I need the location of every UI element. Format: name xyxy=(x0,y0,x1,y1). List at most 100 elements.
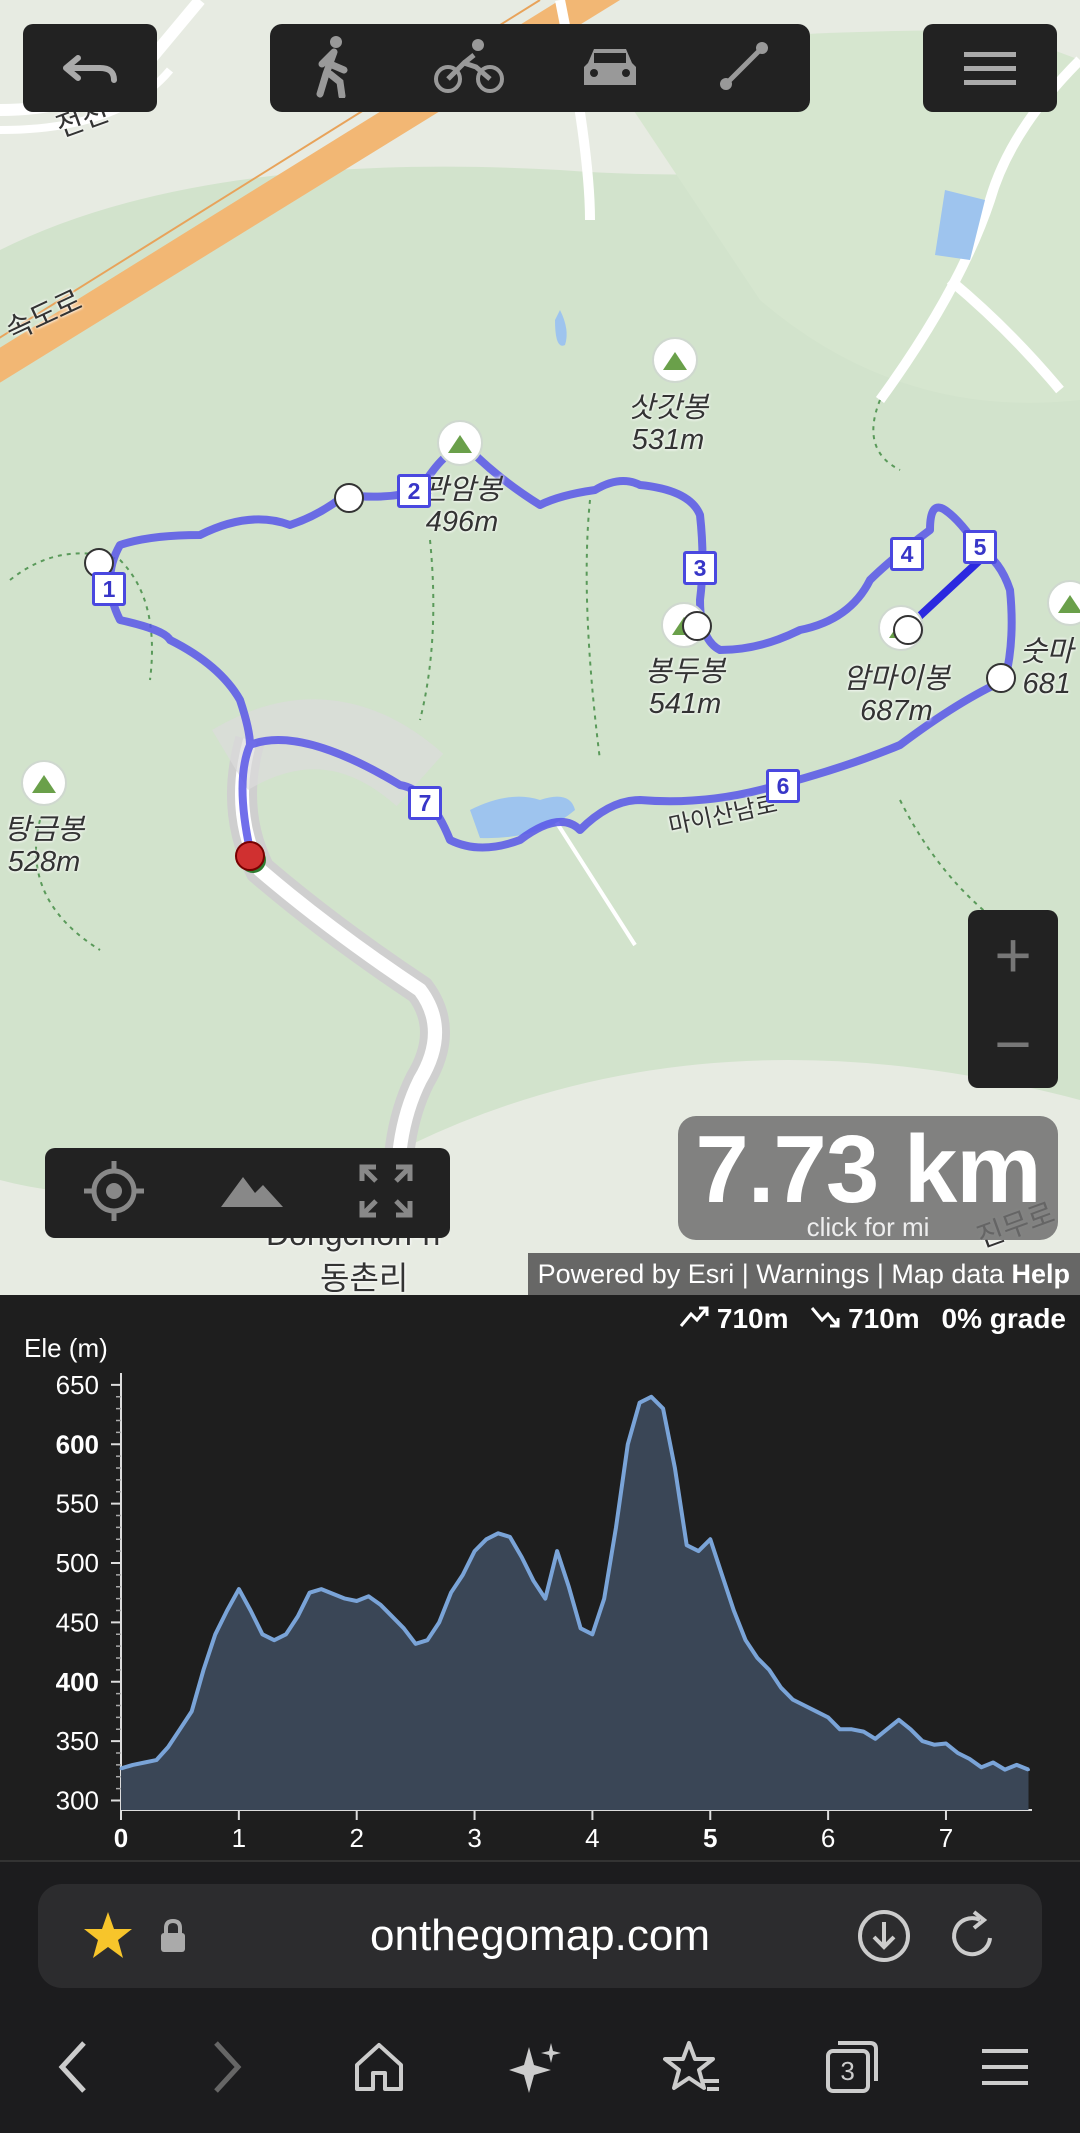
elevation-point xyxy=(378,1603,382,1607)
elevation-point xyxy=(803,1704,807,1707)
elevation-point xyxy=(178,1727,182,1731)
elevation-point xyxy=(567,1585,571,1589)
elevation-point xyxy=(991,1761,995,1764)
reload-icon[interactable] xyxy=(944,1908,1000,1964)
distance-button[interactable]: 7.73 km click for mi xyxy=(678,1116,1058,1242)
forward-icon[interactable] xyxy=(200,2037,250,2097)
elevation-point xyxy=(296,1614,300,1618)
elevation-point xyxy=(555,1549,559,1553)
elevation-point xyxy=(390,1614,394,1618)
elevation-point xyxy=(968,1757,972,1761)
terrain-button[interactable] xyxy=(219,1171,285,1216)
map-data-link[interactable]: Map data xyxy=(891,1259,1004,1289)
x-tick-label: 3 xyxy=(467,1823,481,1853)
waypoint-4[interactable]: 4 xyxy=(890,537,924,571)
elevation-point xyxy=(873,1737,877,1741)
x-tick-label: 2 xyxy=(349,1823,363,1853)
straight-line-mode-button[interactable] xyxy=(716,38,772,99)
waypoint-1[interactable]: 1 xyxy=(92,572,126,606)
zoom-out-button[interactable]: − xyxy=(968,999,1058,1088)
elevation-point xyxy=(508,1535,512,1539)
elevation-point xyxy=(355,1599,359,1603)
address-bar[interactable]: onthegomap.com xyxy=(38,1884,1042,1988)
elevation-point xyxy=(531,1579,535,1583)
elevation-point xyxy=(496,1531,500,1535)
menu-button[interactable] xyxy=(923,24,1057,112)
town-label-korean: 동촌리 xyxy=(320,1260,409,1295)
zoom-in-button[interactable]: + xyxy=(968,910,1058,999)
help-link[interactable]: Help xyxy=(1011,1259,1070,1289)
esri-link[interactable]: Powered by Esri xyxy=(538,1259,735,1289)
x-tick-label: 6 xyxy=(821,1823,835,1853)
elevation-point xyxy=(461,1573,465,1577)
elevation-point xyxy=(767,1668,771,1672)
elevation-point xyxy=(119,1766,123,1770)
elevation-point xyxy=(979,1765,983,1769)
elevation-point xyxy=(838,1727,842,1731)
waypoint-6[interactable]: 6 xyxy=(766,769,800,803)
elevation-point xyxy=(696,1549,700,1553)
x-tick-label: 7 xyxy=(939,1823,953,1853)
elevation-point xyxy=(520,1555,524,1559)
elevation-point xyxy=(284,1632,288,1636)
hamburger-icon xyxy=(964,52,1016,85)
elevation-point xyxy=(649,1395,653,1399)
elevation-point xyxy=(225,1609,229,1612)
travel-mode-bar xyxy=(270,24,810,112)
waypoint-5[interactable]: 5 xyxy=(963,530,997,564)
elevation-point xyxy=(414,1642,418,1646)
bike-mode-button[interactable] xyxy=(434,37,504,100)
y-tick-label: 550 xyxy=(56,1489,99,1519)
y-tick-label: 400 xyxy=(56,1667,99,1697)
map-view[interactable]: 삿갓봉 531m 관암봉 496m 봉두봉 541m 암마이봉 687m 숫마 681 탕… xyxy=(0,0,1080,1295)
download-icon[interactable] xyxy=(856,1908,912,1964)
waypoint-7[interactable]: 7 xyxy=(408,786,442,820)
car-mode-button[interactable] xyxy=(580,41,640,96)
sparkle-icon[interactable] xyxy=(507,2039,563,2095)
warnings-link[interactable]: Warnings xyxy=(756,1259,869,1289)
waypoint-2[interactable]: 2 xyxy=(397,474,431,508)
elevation-point xyxy=(626,1442,630,1446)
peak-label-bongdubong: 봉두봉 541m xyxy=(645,656,726,720)
peak-label-tanggeumbong: 탕금봉 528m xyxy=(4,814,85,878)
tabs-button[interactable]: 3 xyxy=(824,2039,880,2095)
elevation-point xyxy=(249,1609,253,1612)
browser-menu-icon[interactable] xyxy=(980,2045,1030,2089)
waypoint-3[interactable]: 3 xyxy=(683,551,717,585)
elevation-point xyxy=(331,1592,335,1596)
browser-chrome: onthegomap.com 3 xyxy=(0,1860,1080,2133)
y-tick-label: 600 xyxy=(56,1429,99,1459)
bike-icon xyxy=(434,38,504,93)
elevation-point xyxy=(473,1549,477,1553)
elevation-point xyxy=(850,1727,854,1731)
elevation-point xyxy=(308,1591,312,1595)
elevation-point xyxy=(909,1727,913,1731)
elevation-panel: 710m 710m 0% grade Ele (m) 650 600 550 500 4… xyxy=(0,1295,1080,1860)
locate-button[interactable] xyxy=(82,1159,146,1228)
home-icon[interactable] xyxy=(351,2039,407,2095)
back-icon[interactable] xyxy=(50,2037,100,2097)
peak-label-ammaibong: 암마이봉 687m xyxy=(843,663,950,727)
elevation-point xyxy=(1015,1763,1019,1767)
elevation-point xyxy=(826,1715,830,1719)
y-tick-label: 300 xyxy=(56,1786,99,1816)
map-canvas[interactable] xyxy=(0,0,1080,1295)
car-icon xyxy=(584,48,636,85)
elevation-point xyxy=(1003,1768,1007,1772)
elevation-point xyxy=(861,1730,865,1734)
elevation-point xyxy=(260,1632,264,1636)
separator: | xyxy=(741,1259,749,1289)
tab-count: 3 xyxy=(840,2056,855,2086)
elevation-point xyxy=(213,1632,217,1636)
elevation-chart[interactable]: 650 600 550 500 450 400 350 300 0 1 2 3 4 5 6 7 xyxy=(0,1295,1080,1860)
undo-button[interactable] xyxy=(23,24,157,112)
fullscreen-button[interactable] xyxy=(358,1163,414,1224)
y-tick-label: 650 xyxy=(56,1370,99,1400)
separator: | xyxy=(876,1259,884,1289)
elevation-point xyxy=(1026,1768,1030,1772)
elevation-point xyxy=(237,1587,241,1591)
map-tools-bar xyxy=(45,1148,450,1238)
elevation-point xyxy=(484,1537,488,1541)
bookmarks-icon[interactable] xyxy=(663,2039,723,2095)
walk-mode-button[interactable] xyxy=(308,34,358,103)
